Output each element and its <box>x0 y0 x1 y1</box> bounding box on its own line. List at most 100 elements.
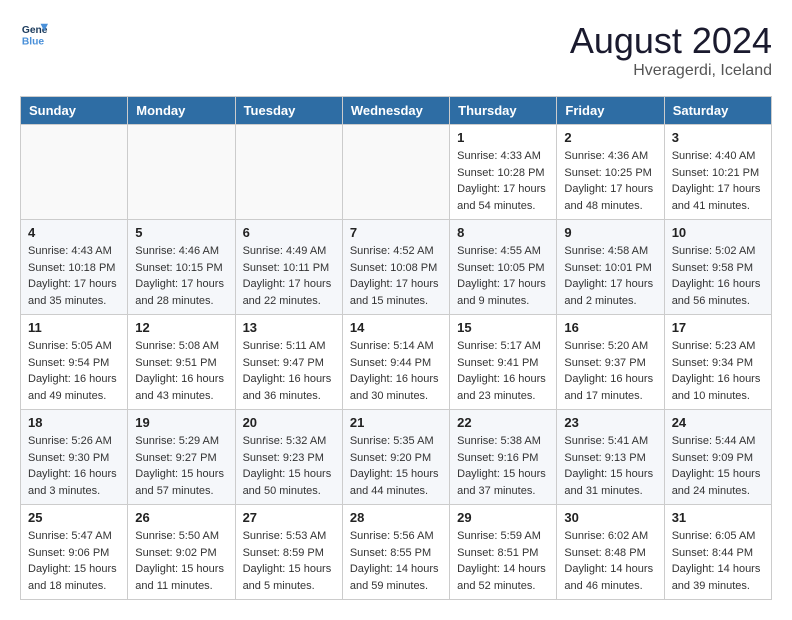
col-header-thursday: Thursday <box>450 97 557 125</box>
calendar-cell: 5 Sunrise: 4:46 AMSunset: 10:15 PMDayligh… <box>128 220 235 315</box>
day-number: 29 <box>457 510 549 525</box>
day-info: Sunrise: 5:17 AMSunset: 9:41 PMDaylight:… <box>457 338 549 404</box>
day-info: Sunrise: 5:56 AMSunset: 8:55 PMDaylight:… <box>350 528 442 594</box>
day-info: Sunrise: 5:23 AMSunset: 9:34 PMDaylight:… <box>672 338 764 404</box>
logo: General Blue <box>20 20 48 48</box>
day-info: Sunrise: 5:32 AMSunset: 9:23 PMDaylight:… <box>243 433 335 499</box>
day-info: Sunrise: 4:36 AMSunset: 10:25 PMDaylight… <box>564 148 656 214</box>
calendar-cell: 4Sunrise: 4:43 AMSunset: 10:18 PMDayligh… <box>21 220 128 315</box>
calendar-cell: 15 Sunrise: 5:17 AMSunset: 9:41 PMDayligh… <box>450 315 557 410</box>
day-number: 26 <box>135 510 227 525</box>
main-title: August 2024 <box>570 20 772 62</box>
calendar-cell: 26 Sunrise: 5:50 AMSunset: 9:02 PMDayligh… <box>128 505 235 600</box>
calendar-cell <box>128 125 235 220</box>
svg-text:Blue: Blue <box>22 36 45 47</box>
day-number: 5 <box>135 225 227 240</box>
day-number: 9 <box>564 225 656 240</box>
day-info: Sunrise: 4:58 AMSunset: 10:01 PMDaylight… <box>564 243 656 309</box>
week-row-1: 1 Sunrise: 4:33 AMSunset: 10:28 PMDayligh… <box>21 125 772 220</box>
day-info: Sunrise: 5:02 AMSunset: 9:58 PMDaylight:… <box>672 243 764 309</box>
page-header: General Blue August 2024 Hveragerdi, Ice… <box>20 20 772 80</box>
day-info: Sunrise: 6:05 AMSunset: 8:44 PMDaylight:… <box>672 528 764 594</box>
day-number: 21 <box>350 415 442 430</box>
day-info: Sunrise: 6:02 AMSunset: 8:48 PMDaylight:… <box>564 528 656 594</box>
calendar-cell: 21 Sunrise: 5:35 AMSunset: 9:20 PMDayligh… <box>342 410 449 505</box>
day-info: Sunrise: 5:53 AMSunset: 8:59 PMDaylight:… <box>243 528 335 594</box>
day-number: 23 <box>564 415 656 430</box>
week-row-3: 11 Sunrise: 5:05 AMSunset: 9:54 PMDayligh… <box>21 315 772 410</box>
day-info: Sunrise: 4:52 AMSunset: 10:08 PMDaylight… <box>350 243 442 309</box>
calendar-cell: 23 Sunrise: 5:41 AMSunset: 9:13 PMDayligh… <box>557 410 664 505</box>
day-number: 18 <box>28 415 120 430</box>
day-info: Sunrise: 5:08 AMSunset: 9:51 PMDaylight:… <box>135 338 227 404</box>
day-number: 19 <box>135 415 227 430</box>
calendar-cell: 1 Sunrise: 4:33 AMSunset: 10:28 PMDayligh… <box>450 125 557 220</box>
calendar-cell: 16Sunrise: 5:20 AMSunset: 9:37 PMDayligh… <box>557 315 664 410</box>
calendar-cell: 31 Sunrise: 6:05 AMSunset: 8:44 PMDayligh… <box>664 505 771 600</box>
day-info: Sunrise: 4:43 AMSunset: 10:18 PMDaylight… <box>28 243 120 309</box>
day-number: 15 <box>457 320 549 335</box>
day-number: 30 <box>564 510 656 525</box>
calendar-cell: 18 Sunrise: 5:26 AMSunset: 9:30 PMDayligh… <box>21 410 128 505</box>
day-number: 10 <box>672 225 764 240</box>
calendar-cell: 8Sunrise: 4:55 AMSunset: 10:05 PMDayligh… <box>450 220 557 315</box>
calendar-table: SundayMondayTuesdayWednesdayThursdayFrid… <box>20 96 772 600</box>
calendar-cell <box>342 125 449 220</box>
calendar-cell: 28 Sunrise: 5:56 AMSunset: 8:55 PMDayligh… <box>342 505 449 600</box>
day-info: Sunrise: 5:14 AMSunset: 9:44 PMDaylight:… <box>350 338 442 404</box>
day-number: 24 <box>672 415 764 430</box>
day-number: 2 <box>564 130 656 145</box>
calendar-cell: 25 Sunrise: 5:47 AMSunset: 9:06 PMDayligh… <box>21 505 128 600</box>
day-number: 25 <box>28 510 120 525</box>
calendar-cell: 9 Sunrise: 4:58 AMSunset: 10:01 PMDayligh… <box>557 220 664 315</box>
calendar-cell: 19 Sunrise: 5:29 AMSunset: 9:27 PMDayligh… <box>128 410 235 505</box>
day-info: Sunrise: 5:38 AMSunset: 9:16 PMDaylight:… <box>457 433 549 499</box>
day-number: 28 <box>350 510 442 525</box>
calendar-cell: 3Sunrise: 4:40 AMSunset: 10:21 PMDayligh… <box>664 125 771 220</box>
day-info: Sunrise: 4:33 AMSunset: 10:28 PMDaylight… <box>457 148 549 214</box>
week-row-5: 25 Sunrise: 5:47 AMSunset: 9:06 PMDayligh… <box>21 505 772 600</box>
day-info: Sunrise: 5:41 AMSunset: 9:13 PMDaylight:… <box>564 433 656 499</box>
day-number: 7 <box>350 225 442 240</box>
day-info: Sunrise: 5:35 AMSunset: 9:20 PMDaylight:… <box>350 433 442 499</box>
calendar-cell: 30 Sunrise: 6:02 AMSunset: 8:48 PMDayligh… <box>557 505 664 600</box>
calendar-cell: 14Sunrise: 5:14 AMSunset: 9:44 PMDayligh… <box>342 315 449 410</box>
day-number: 17 <box>672 320 764 335</box>
day-number: 22 <box>457 415 549 430</box>
calendar-cell: 2 Sunrise: 4:36 AMSunset: 10:25 PMDayligh… <box>557 125 664 220</box>
calendar-cell: 24Sunrise: 5:44 AMSunset: 9:09 PMDayligh… <box>664 410 771 505</box>
day-info: Sunrise: 5:11 AMSunset: 9:47 PMDaylight:… <box>243 338 335 404</box>
day-info: Sunrise: 5:29 AMSunset: 9:27 PMDaylight:… <box>135 433 227 499</box>
calendar-cell: 10 Sunrise: 5:02 AMSunset: 9:58 PMDayligh… <box>664 220 771 315</box>
calendar-cell: 17 Sunrise: 5:23 AMSunset: 9:34 PMDayligh… <box>664 315 771 410</box>
calendar-cell: 13 Sunrise: 5:11 AMSunset: 9:47 PMDayligh… <box>235 315 342 410</box>
day-number: 13 <box>243 320 335 335</box>
day-info: Sunrise: 5:20 AMSunset: 9:37 PMDaylight:… <box>564 338 656 404</box>
day-info: Sunrise: 5:47 AMSunset: 9:06 PMDaylight:… <box>28 528 120 594</box>
calendar-cell: 12Sunrise: 5:08 AMSunset: 9:51 PMDayligh… <box>128 315 235 410</box>
day-number: 1 <box>457 130 549 145</box>
col-header-tuesday: Tuesday <box>235 97 342 125</box>
col-header-monday: Monday <box>128 97 235 125</box>
day-number: 11 <box>28 320 120 335</box>
day-info: Sunrise: 4:55 AMSunset: 10:05 PMDaylight… <box>457 243 549 309</box>
col-header-saturday: Saturday <box>664 97 771 125</box>
day-number: 31 <box>672 510 764 525</box>
week-row-2: 4Sunrise: 4:43 AMSunset: 10:18 PMDayligh… <box>21 220 772 315</box>
calendar-cell: 6Sunrise: 4:49 AMSunset: 10:11 PMDayligh… <box>235 220 342 315</box>
subtitle: Hveragerdi, Iceland <box>570 62 772 80</box>
calendar-cell: 22 Sunrise: 5:38 AMSunset: 9:16 PMDayligh… <box>450 410 557 505</box>
day-info: Sunrise: 4:49 AMSunset: 10:11 PMDaylight… <box>243 243 335 309</box>
calendar-cell <box>235 125 342 220</box>
calendar-cell: 27Sunrise: 5:53 AMSunset: 8:59 PMDayligh… <box>235 505 342 600</box>
day-info: Sunrise: 5:26 AMSunset: 9:30 PMDaylight:… <box>28 433 120 499</box>
day-info: Sunrise: 5:50 AMSunset: 9:02 PMDaylight:… <box>135 528 227 594</box>
day-info: Sunrise: 4:40 AMSunset: 10:21 PMDaylight… <box>672 148 764 214</box>
logo-icon: General Blue <box>20 20 48 48</box>
week-row-4: 18 Sunrise: 5:26 AMSunset: 9:30 PMDayligh… <box>21 410 772 505</box>
day-info: Sunrise: 5:05 AMSunset: 9:54 PMDaylight:… <box>28 338 120 404</box>
day-number: 20 <box>243 415 335 430</box>
title-block: August 2024 Hveragerdi, Iceland <box>570 20 772 80</box>
day-info: Sunrise: 4:46 AMSunset: 10:15 PMDaylight… <box>135 243 227 309</box>
col-header-friday: Friday <box>557 97 664 125</box>
